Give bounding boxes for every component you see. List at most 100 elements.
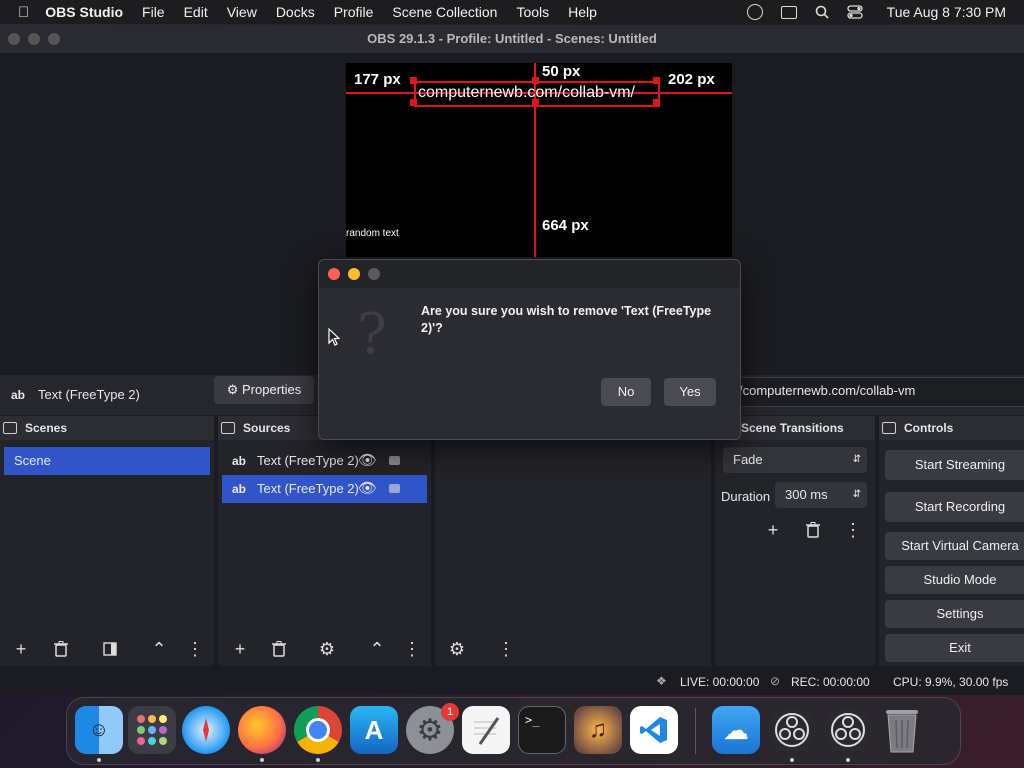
app-store-icon[interactable]: A bbox=[350, 706, 398, 754]
settings-button[interactable]: Settings bbox=[885, 600, 1024, 628]
weather-icon[interactable]: ☁ bbox=[712, 706, 760, 754]
properties-button[interactable]: ⚙ Properties bbox=[214, 376, 314, 404]
yes-button[interactable]: Yes bbox=[664, 378, 716, 406]
obs-icon[interactable] bbox=[768, 706, 816, 754]
visibility-eye-icon[interactable]: 👁 bbox=[358, 475, 377, 503]
dialog-titlebar bbox=[319, 260, 740, 288]
duration-value: 300 ms bbox=[785, 487, 828, 502]
transition-select[interactable]: Fade ⇵ bbox=[723, 447, 867, 473]
add-transition-icon[interactable]: + bbox=[760, 518, 786, 542]
status-bar: ❖ LIVE: 00:00:00 ⊘ REC: 00:00:00 CPU: 9.… bbox=[0, 667, 1024, 695]
cpu-fps: CPU: 9.9%, 30.00 fps bbox=[893, 675, 1009, 689]
apple-icon[interactable]:  bbox=[18, 4, 29, 21]
vscode-icon[interactable] bbox=[630, 706, 678, 754]
dialog-close-button[interactable] bbox=[328, 268, 340, 280]
source-text-value: computernewb.com/collab-vm/ bbox=[739, 383, 916, 398]
move-source-up-icon[interactable]: ⌃ bbox=[364, 637, 390, 661]
source-text-field[interactable]: computernewb.com/collab-vm/ bbox=[728, 377, 1024, 407]
start-virtual-camera-button[interactable]: Start Virtual Camera bbox=[885, 532, 1024, 560]
sources-panel: Sources ab Text (FreeType 2) 👁 ab Text (… bbox=[218, 416, 431, 666]
resize-handle[interactable] bbox=[410, 77, 417, 84]
transition-more-icon[interactable]: ⋮ bbox=[840, 518, 866, 542]
controls-header: Controls bbox=[879, 416, 1024, 440]
remove-confirm-dialog: ? Are you sure you wish to remove 'Text … bbox=[318, 259, 741, 440]
distance-label-top: 50 px bbox=[542, 63, 581, 80]
exit-button[interactable]: Exit bbox=[885, 634, 1024, 662]
dock-panel-icon bbox=[3, 422, 17, 434]
resize-handle[interactable] bbox=[653, 99, 660, 106]
duration-spinbox[interactable]: 300 ms ⇵ bbox=[775, 482, 867, 508]
question-icon: ? bbox=[357, 302, 388, 367]
visibility-eye-icon[interactable]: 👁 bbox=[358, 447, 377, 475]
source-properties-icon[interactable]: ⚙ bbox=[314, 637, 340, 661]
menu-scene-collection[interactable]: Scene Collection bbox=[392, 4, 497, 20]
resize-handle[interactable] bbox=[410, 99, 417, 106]
menu-view[interactable]: View bbox=[227, 4, 257, 20]
trash-icon[interactable] bbox=[880, 706, 924, 754]
running-indicator bbox=[790, 758, 794, 762]
garageband-icon[interactable]: ♫ bbox=[574, 706, 622, 754]
menu-docks[interactable]: Docks bbox=[276, 4, 315, 20]
live-time: LIVE: 00:00:00 bbox=[680, 675, 760, 689]
window-close-button[interactable] bbox=[8, 33, 20, 45]
menubar-clock[interactable]: Tue Aug 8 7:30 PM bbox=[887, 4, 1006, 20]
resize-handle[interactable] bbox=[532, 99, 539, 106]
source-more-icon[interactable]: ⋮ bbox=[399, 637, 425, 661]
finder-icon[interactable]: ☺ bbox=[75, 706, 123, 754]
window-zoom-button[interactable] bbox=[48, 33, 60, 45]
menu-bar:  OBS Studio File Edit View Docks Profil… bbox=[0, 0, 1024, 24]
control-center-icon[interactable] bbox=[847, 5, 863, 19]
preview-canvas[interactable]: computernewb.com/collab-vm/ 177 px 50 px… bbox=[346, 63, 732, 257]
window-minimize-button[interactable] bbox=[28, 33, 40, 45]
lock-icon[interactable] bbox=[389, 484, 400, 493]
add-scene-icon[interactable]: + bbox=[8, 637, 34, 661]
scene-more-icon[interactable]: ⋮ bbox=[182, 637, 208, 661]
firefox-icon[interactable] bbox=[238, 706, 286, 754]
scene-filters-icon[interactable] bbox=[97, 637, 123, 661]
obs-icon[interactable] bbox=[824, 706, 872, 754]
menu-help[interactable]: Help bbox=[568, 4, 597, 20]
textedit-icon[interactable] bbox=[462, 706, 510, 754]
move-scene-up-icon[interactable]: ⌃ bbox=[146, 637, 172, 661]
spotlight-search-icon[interactable] bbox=[815, 5, 829, 19]
launchpad-icon[interactable] bbox=[128, 706, 176, 754]
menu-file[interactable]: File bbox=[142, 4, 165, 20]
terminal-icon[interactable]: >_ bbox=[518, 706, 566, 754]
properties-button-label: Properties bbox=[242, 382, 302, 397]
remove-transition-icon[interactable] bbox=[800, 518, 826, 542]
mouse-cursor-icon bbox=[328, 328, 340, 346]
source-item-selected[interactable]: ab Text (FreeType 2) 👁 bbox=[222, 475, 427, 503]
resize-handle[interactable] bbox=[653, 77, 660, 84]
resize-handle[interactable] bbox=[532, 77, 539, 84]
dialog-minimize-button[interactable] bbox=[348, 268, 360, 280]
dialog-zoom-button[interactable] bbox=[368, 268, 380, 280]
scene-item[interactable]: Scene bbox=[4, 447, 210, 475]
dock-panel-icon bbox=[882, 422, 896, 434]
gear-icon: ⚙ bbox=[226, 382, 239, 397]
window-icon[interactable] bbox=[780, 5, 797, 19]
lock-icon[interactable] bbox=[389, 456, 400, 465]
studio-mode-button[interactable]: Studio Mode bbox=[885, 566, 1024, 594]
no-button[interactable]: No bbox=[601, 378, 651, 406]
safari-icon[interactable] bbox=[182, 706, 230, 754]
live-antenna-icon: ❖ bbox=[656, 674, 667, 688]
source-item-label: Text (FreeType 2) bbox=[257, 481, 359, 496]
mixer-more-icon[interactable]: ⋮ bbox=[493, 637, 519, 661]
advanced-audio-icon[interactable]: ⚙ bbox=[444, 637, 470, 661]
add-source-icon[interactable]: + bbox=[227, 637, 253, 661]
menu-edit[interactable]: Edit bbox=[184, 4, 208, 20]
start-recording-button[interactable]: Start Recording bbox=[885, 492, 1024, 522]
remove-source-icon[interactable] bbox=[266, 637, 292, 661]
source-item[interactable]: ab Text (FreeType 2) 👁 bbox=[222, 447, 427, 475]
chrome-icon[interactable] bbox=[294, 706, 342, 754]
menu-profile[interactable]: Profile bbox=[334, 4, 374, 20]
menu-tools[interactable]: Tools bbox=[516, 4, 549, 20]
menu-app-name[interactable]: OBS Studio bbox=[45, 4, 123, 20]
obs-status-icon[interactable] bbox=[746, 4, 763, 20]
dialog-message: Are you sure you wish to remove 'Text (F… bbox=[421, 304, 712, 335]
running-indicator bbox=[260, 758, 264, 762]
start-streaming-button[interactable]: Start Streaming bbox=[885, 450, 1024, 480]
stepper-icon[interactable]: ⇵ bbox=[853, 482, 861, 508]
remove-scene-icon[interactable] bbox=[48, 637, 74, 661]
scenes-header: Scenes bbox=[0, 416, 214, 440]
